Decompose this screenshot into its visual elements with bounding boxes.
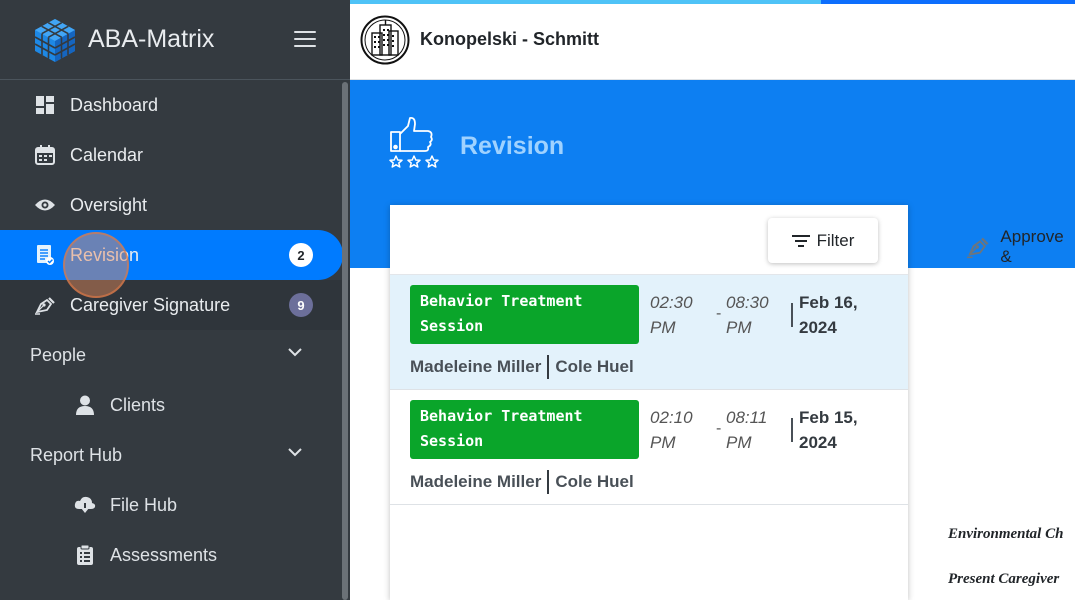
approve-button-label: Approve &: [1000, 227, 1064, 266]
session-type-badge: Behavior Treatment Session: [410, 400, 639, 459]
sidebar-item-calendar[interactable]: Calendar: [0, 130, 350, 180]
session-list-header: Filter: [390, 205, 908, 275]
time-separator: -: [716, 420, 722, 437]
loading-progress-bar: [350, 0, 1075, 4]
dashboard-grid-icon: [32, 92, 58, 118]
calendar-icon: [32, 142, 58, 168]
client-name: Madeleine Miller: [410, 472, 542, 491]
session-date: Feb 16, 2024: [799, 293, 858, 337]
top-bar: Konopelski - Schmitt: [350, 0, 1075, 80]
session-date: Feb 15, 2024: [799, 408, 858, 452]
session-list-card: Filter Behavior Treatment Session 02:30 …: [390, 205, 908, 600]
session-start-time: 02:10 PM: [650, 408, 693, 452]
loading-progress-fill: [350, 0, 822, 4]
cube-logo-icon: [34, 18, 76, 62]
caregiver-signature-count-badge: 9: [289, 293, 313, 317]
present-caregiver-heading: Present Caregiver: [948, 571, 1060, 587]
app-window: ABA-Matrix Dashboard Calendar Oversight …: [0, 0, 1075, 600]
sidebar: ABA-Matrix Dashboard Calendar Oversight …: [0, 0, 350, 600]
sidebar-item-label: Calendar: [70, 144, 144, 165]
sidebar-item-label: File Hub: [110, 494, 178, 515]
revision-count-badge: 2: [289, 243, 313, 267]
sidebar-item-label: Caregiver Signature: [70, 294, 231, 315]
session-list-item[interactable]: Behavior Treatment Session 02:30 PM - 08…: [390, 275, 908, 390]
clipboard-icon: [72, 542, 98, 568]
session-start-time: 02:30 PM: [650, 293, 693, 337]
sidebar-nav: Dashboard Calendar Oversight Revision 2: [0, 80, 350, 580]
session-participants: Madeleine Miller Cole Huel: [410, 470, 634, 494]
cloud-download-icon: [72, 492, 98, 518]
time-separator: -: [716, 305, 722, 322]
filter-button-label: Filter: [816, 230, 855, 250]
brand-name: ABA-Matrix: [88, 25, 215, 53]
sidebar-item-assessments[interactable]: Assessments: [0, 530, 350, 580]
session-end-time: 08:11 PM: [726, 408, 768, 452]
date-divider: [791, 303, 793, 327]
sidebar-item-revision[interactable]: Revision 2: [0, 230, 343, 280]
sidebar-item-file-hub[interactable]: File Hub: [0, 480, 350, 530]
page-title: Revision: [460, 132, 565, 160]
company-name: Konopelski - Schmitt: [420, 29, 600, 49]
chevron-down-icon: [288, 348, 302, 357]
session-list-item[interactable]: Behavior Treatment Session 02:10 PM - 08…: [390, 390, 908, 505]
sidebar-item-oversight[interactable]: Oversight: [0, 180, 350, 230]
sidebar-item-label: Revision: [70, 244, 140, 265]
filter-button[interactable]: Filter: [768, 218, 878, 263]
sidebar-item-label: Oversight: [70, 194, 148, 215]
client-name: Madeleine Miller: [410, 357, 542, 376]
hamburger-icon[interactable]: [294, 31, 316, 49]
company-building-logo-icon: [360, 15, 410, 65]
approve-button[interactable]: Approve &: [966, 227, 1075, 267]
sidebar-item-label: Assessments: [110, 544, 218, 565]
provider-name: Cole Huel: [555, 357, 634, 376]
session-participants: Madeleine Miller Cole Huel: [410, 355, 634, 379]
date-divider: [791, 418, 793, 442]
pen-nib-icon: [32, 292, 58, 318]
chevron-down-icon: [288, 448, 302, 457]
provider-name: Cole Huel: [555, 472, 634, 491]
thumbs-up-stars-icon: [389, 116, 439, 168]
sidebar-item-label: Dashboard: [70, 94, 159, 115]
sidebar-item-clients[interactable]: Clients: [0, 380, 350, 430]
sidebar-group-label: People: [30, 344, 87, 365]
sidebar-scrollbar[interactable]: [342, 82, 348, 600]
filter-lines-icon: [791, 234, 810, 247]
sidebar-group-people[interactable]: People: [0, 330, 350, 380]
sidebar-item-dashboard[interactable]: Dashboard: [0, 80, 350, 130]
sidebar-group-report-hub[interactable]: Report Hub: [0, 430, 350, 480]
session-type-badge: Behavior Treatment Session: [410, 285, 639, 344]
sidebar-item-caregiver-signature[interactable]: Caregiver Signature 9: [0, 280, 350, 330]
environmental-section-heading: Environmental Ch: [948, 526, 1064, 542]
document-check-icon: [32, 242, 58, 268]
session-end-time: 08:30 PM: [726, 293, 769, 337]
sidebar-group-label: Report Hub: [30, 444, 123, 465]
participant-divider: [547, 355, 550, 379]
pen-nib-icon: [966, 237, 989, 259]
user-icon: [72, 392, 98, 418]
eye-icon: [32, 192, 58, 218]
participant-divider: [547, 470, 550, 494]
sidebar-item-label: Clients: [110, 394, 166, 415]
